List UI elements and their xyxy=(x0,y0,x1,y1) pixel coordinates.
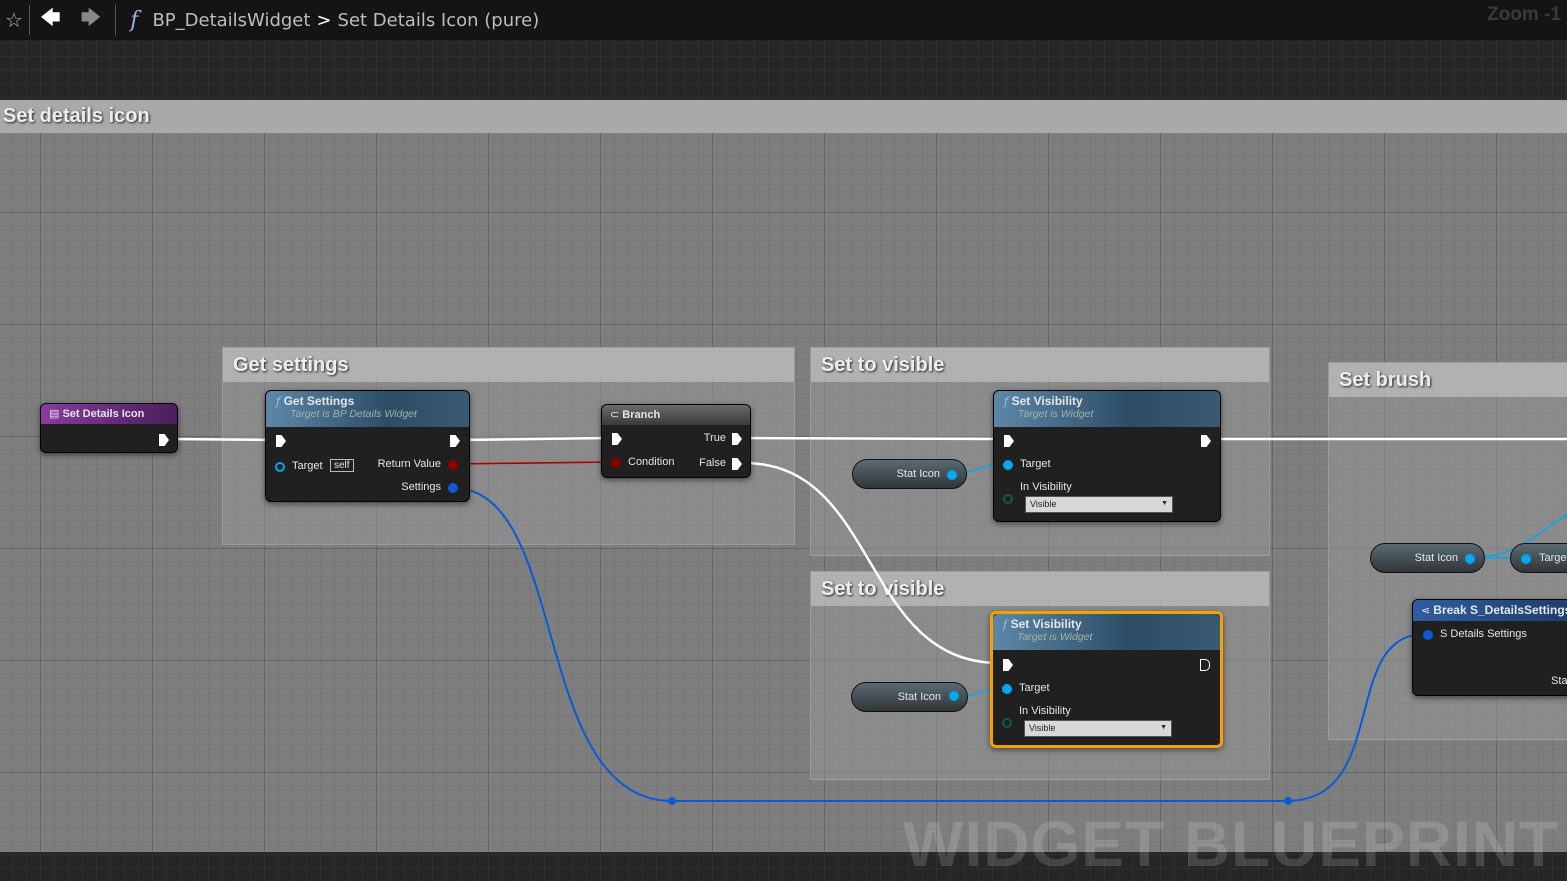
node-title: Set Visibility xyxy=(1011,394,1083,408)
wires xyxy=(169,436,1567,805)
node-title: Set Details Icon xyxy=(62,408,145,420)
branch-icon: ⊂ xyxy=(610,409,623,421)
break-struct-node[interactable]: ⋖ Break S_DetailsSettings S Details Sett… xyxy=(1412,599,1567,696)
exec-wire xyxy=(459,436,609,442)
output-pin[interactable] xyxy=(947,470,957,480)
pin-label: Target xyxy=(1020,458,1051,470)
exec-out-pin-unconnected[interactable] xyxy=(1200,659,1210,671)
set-visibility-node-selected[interactable]: f Set Visibility Target is Widget Target … xyxy=(990,611,1223,748)
node-title: Set Visibility xyxy=(1010,617,1082,631)
node-subtitle: Target is BP Details Widget xyxy=(290,408,417,420)
visibility-dropdown[interactable]: Visible xyxy=(1025,496,1173,513)
widget-blueprint-watermark: WIDGET BLUEPRINT xyxy=(903,808,1559,880)
output-pin[interactable] xyxy=(949,691,959,701)
pin-label: Target xyxy=(1019,682,1050,694)
target-pin[interactable] xyxy=(1003,460,1013,470)
stat-icon-variable-selected[interactable]: Stat Icon xyxy=(851,682,968,712)
bool-wire xyxy=(452,461,614,465)
pin-label: Return Value xyxy=(377,458,441,470)
exec-out-pin[interactable] xyxy=(1201,435,1211,447)
exec-out-pin[interactable] xyxy=(450,435,460,447)
stat-icon-variable[interactable]: Stat Icon xyxy=(1370,543,1485,573)
pin-label: Settings xyxy=(401,481,441,493)
node-title: Branch xyxy=(622,409,661,421)
pin-label: S Details Settings xyxy=(1440,628,1527,640)
in-visibility-pin[interactable] xyxy=(1002,718,1012,728)
node-subtitle: Target is Widget xyxy=(1017,631,1093,643)
reroute-knot xyxy=(1284,797,1292,805)
exec-in-pin[interactable] xyxy=(1003,659,1013,671)
target-node[interactable]: Target xyxy=(1510,543,1567,573)
node-subtitle: Target is Widget xyxy=(1018,408,1094,420)
output-pin[interactable] xyxy=(1465,554,1475,564)
target-pin[interactable] xyxy=(1521,554,1531,564)
true-exec-pin[interactable] xyxy=(732,433,742,445)
function-icon: f xyxy=(276,395,284,408)
exec-in-pin[interactable] xyxy=(1004,435,1014,447)
exec-wire xyxy=(169,437,276,442)
exec-in-pin[interactable] xyxy=(612,433,622,445)
node-title: Break S_DetailsSettings xyxy=(1433,603,1567,617)
pin-label: False xyxy=(699,457,726,469)
exec-wire xyxy=(743,436,1001,441)
node-title: Get Settings xyxy=(283,394,355,408)
exec-out-pin[interactable] xyxy=(159,434,169,446)
pin-label: Target xyxy=(292,460,323,472)
pin-label: In Visibility xyxy=(1019,705,1071,717)
pin-label: Condition xyxy=(628,456,675,468)
get-settings-node[interactable]: f Get Settings Target is BP Details Widge… xyxy=(265,390,470,502)
set-visibility-node[interactable]: f Set Visibility Target is Widget Target … xyxy=(993,390,1221,522)
function-entry-node[interactable]: ▤ Set Details Icon xyxy=(40,403,178,453)
pin-label: Sta xyxy=(1551,675,1567,687)
false-exec-pin[interactable] xyxy=(732,458,742,470)
exec-in-pin[interactable] xyxy=(276,435,286,447)
function-entry-icon: ▤ xyxy=(49,408,63,420)
exec-wire-false xyxy=(743,461,1001,665)
function-icon: f xyxy=(1003,618,1011,631)
condition-pin[interactable] xyxy=(611,458,621,468)
stat-icon-variable[interactable]: Stat Icon xyxy=(852,459,967,489)
visibility-dropdown[interactable]: Visible xyxy=(1024,720,1172,737)
target-pin[interactable] xyxy=(1002,684,1012,694)
variable-label: Stat Icon xyxy=(1414,552,1458,564)
reroute-knot xyxy=(668,797,676,805)
break-struct-icon: ⋖ xyxy=(1421,605,1434,617)
variable-label: Stat Icon xyxy=(897,691,941,703)
struct-wire xyxy=(452,487,1426,802)
pin-label: Target xyxy=(1539,552,1567,564)
struct-in-pin[interactable] xyxy=(1423,630,1433,640)
settings-pin[interactable] xyxy=(448,483,458,493)
variable-label: Stat Icon xyxy=(896,468,940,480)
branch-node[interactable]: ⊂ Branch True Condition False xyxy=(601,404,751,478)
self-value[interactable]: self xyxy=(330,459,354,472)
in-visibility-pin[interactable] xyxy=(1003,494,1013,504)
function-icon: f xyxy=(1004,395,1012,408)
target-pin[interactable] xyxy=(275,462,285,472)
pin-label: In Visibility xyxy=(1020,481,1072,493)
return-value-pin[interactable] xyxy=(448,460,458,470)
pin-label: True xyxy=(703,432,726,444)
